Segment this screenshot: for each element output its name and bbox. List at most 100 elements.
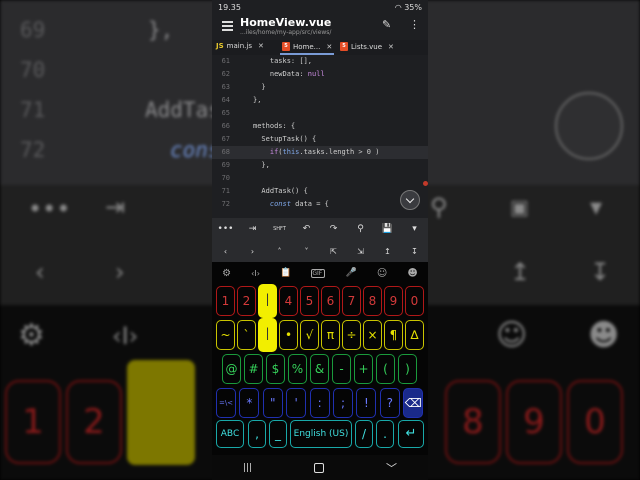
doc-top-icon[interactable]: ↥ [376,247,400,256]
undo-icon[interactable]: ↶ [295,224,319,234]
symbol-key[interactable]: ` [237,320,256,350]
close-icon[interactable]: ✕ [258,42,264,50]
symbol-key[interactable]: | [258,318,277,352]
code-line: 67 SetupTask() { [221,135,317,143]
number-key[interactable]: 8 [363,286,382,316]
abc-key[interactable]: ABC [216,420,244,448]
symbol-key[interactable]: ∆ [405,320,424,350]
number-key[interactable]: 9 [384,286,403,316]
app-bar: HomeView.vue ...iles/home/my-app/src/vie… [212,14,428,40]
home-icon[interactable] [314,462,325,473]
tab-lists-vue[interactable]: 5 Lists.vue ✕ [340,42,394,51]
space-key[interactable]: English (US) [290,420,352,448]
search-icon[interactable]: ⚲ [349,224,373,234]
slash-key[interactable]: / [355,420,373,448]
special-key[interactable]: & [310,354,329,384]
keyboard-toolbar: ⚙ ‹I› 📋 GIF 🎤 ☺ ☻ [212,262,428,284]
punctuation-key[interactable]: =\< [216,388,236,418]
tab-homeview[interactable]: 5 Home... ✕ [282,42,332,51]
punctuation-key[interactable]: ⌫ [403,388,424,418]
special-key[interactable]: @ [222,354,241,384]
bg-key: 1 [5,380,61,464]
special-key[interactable]: + [354,354,373,384]
wifi-icon: ◠ [394,2,402,12]
arrow-left-icon[interactable]: ‹ [214,247,238,256]
save-icon[interactable]: 💾 [376,224,400,234]
bg-line-number: 72 [20,138,46,162]
special-key[interactable]: ( [376,354,395,384]
punctuation-key[interactable]: ' [286,388,307,418]
shift-button[interactable]: SHFT [268,226,292,232]
kebab-icon[interactable]: ⋮ [409,18,420,31]
code-line: 70 [221,174,230,182]
symbol-key[interactable]: × [363,320,382,350]
tab-main-js[interactable]: JS main.js ✕ [216,42,264,50]
arrow-up-icon[interactable]: ˄ [268,247,292,256]
symbol-key[interactable]: ¶ [384,320,403,350]
number-key[interactable]: 5 [300,286,319,316]
bg-right-icon: › [115,258,125,286]
number-key[interactable]: 6 [321,286,340,316]
bg-gear-icon: ⚙ [18,318,45,353]
code-editor[interactable]: 61 tasks: [], 62 newData: null 63 } 64},… [212,55,428,215]
redo-icon[interactable]: ↷ [322,224,346,234]
special-key[interactable]: ) [398,354,417,384]
punctuation-key[interactable]: * [239,388,260,418]
enter-key[interactable]: ↵ [398,420,424,448]
number-key[interactable]: 2 [237,286,256,316]
recents-icon[interactable]: ||| [243,463,252,473]
period-key[interactable]: . [376,420,394,448]
symbol-key[interactable]: π [321,320,340,350]
gif-icon[interactable]: GIF [311,268,326,278]
pencil-icon[interactable]: ✎ [382,18,391,31]
special-key[interactable]: # [244,354,263,384]
special-key[interactable]: - [332,354,351,384]
arrow-right-icon[interactable]: › [241,247,265,256]
line-start-icon[interactable]: ⇱ [322,247,346,256]
symbol-key[interactable]: √ [300,320,319,350]
arrow-down-icon[interactable]: ˅ [295,247,319,256]
clipboard-icon[interactable]: 📋 [280,268,291,278]
emoji-icon[interactable]: ☺ [377,268,387,279]
file-path: ...iles/home/my-app/src/views/ [240,29,332,36]
cursor-icon[interactable]: ‹I› [251,269,260,278]
number-key[interactable]: 4 [279,286,298,316]
close-icon[interactable]: ✕ [388,43,394,51]
number-key[interactable]: 0 [405,286,424,316]
punctuation-key[interactable]: ? [379,388,400,418]
close-icon[interactable]: ✕ [326,43,332,51]
special-key[interactable]: $ [266,354,285,384]
settings-icon[interactable]: ⚙ [222,268,231,279]
punctuation-key[interactable]: ! [356,388,377,418]
underscore-key[interactable]: _ [269,420,287,448]
hamburger-menu-icon[interactable] [222,21,233,31]
bg-key: 0 [567,380,623,464]
microphone-icon[interactable]: 🎤 [346,268,357,278]
dropdown-icon[interactable]: ▾ [403,224,427,234]
number-key[interactable]: | [258,284,277,318]
symbol-key[interactable]: ÷ [342,320,361,350]
indicator-dot [423,181,428,186]
symbol-key[interactable]: • [279,320,298,350]
more-icon[interactable]: ••• [214,224,238,234]
back-icon[interactable]: ﹀ [386,460,397,476]
doc-bottom-icon[interactable]: ↧ [403,247,427,256]
code-line: 62 newData: null [221,70,325,78]
number-key[interactable]: 1 [216,286,235,316]
punctuation-key[interactable]: ; [333,388,353,418]
punctuation-key[interactable]: : [309,388,330,418]
number-key[interactable]: 7 [342,286,361,316]
line-end-icon[interactable]: ⇲ [349,247,373,256]
file-tabs: JS main.js ✕ 5 Home... ✕ 5 Lists.vue ✕ [212,40,428,55]
status-icons: ◠ 35% [395,3,422,12]
symbol-key[interactable]: ~ [216,320,235,350]
tab-icon[interactable]: ⇥ [241,224,265,234]
comma-key[interactable]: , [248,420,266,448]
bg-sticker-icon: ☻ [588,318,620,353]
scroll-down-button[interactable] [400,190,420,210]
sticker-icon[interactable]: ☻ [407,268,417,279]
special-key[interactable]: % [288,354,307,384]
code-line: 71 AddTask() { [221,187,308,195]
punctuation-key[interactable]: " [262,388,283,418]
bg-left-icon: ‹ [35,258,45,286]
